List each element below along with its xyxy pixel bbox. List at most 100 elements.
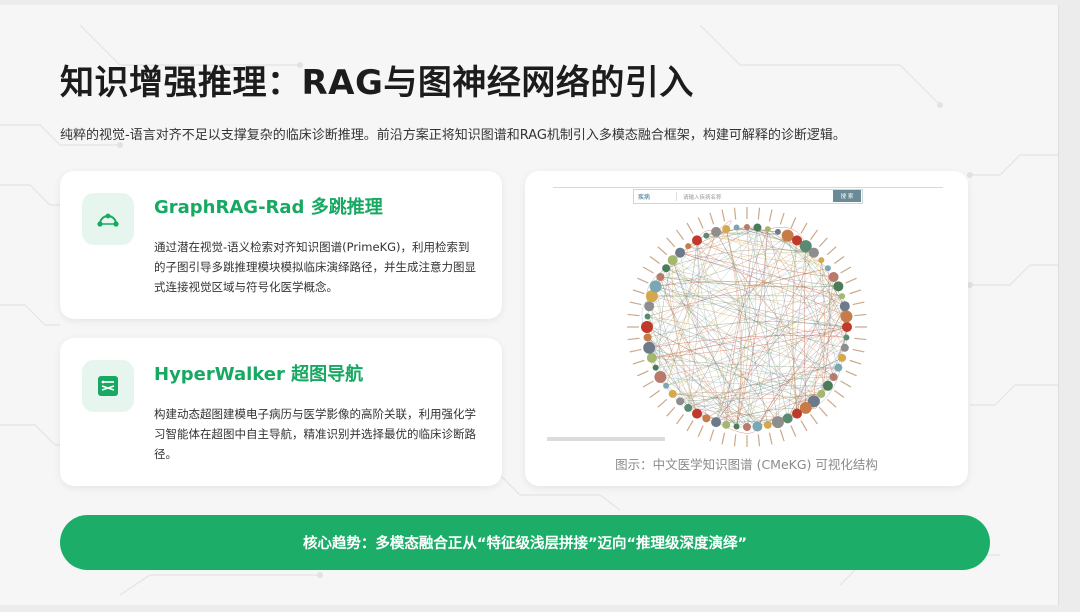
- kg-node: [643, 341, 656, 354]
- kg-node: [685, 243, 692, 250]
- kg-node-label: [779, 429, 785, 442]
- kg-node: [722, 225, 731, 234]
- kg-node-label: [709, 429, 715, 442]
- kg-node-label: [733, 207, 737, 220]
- kg-node-label: [800, 420, 808, 432]
- kg-node: [722, 420, 731, 429]
- kg-node-label: [852, 348, 865, 353]
- kg-node-label: [809, 414, 819, 425]
- kg-node: [781, 229, 794, 242]
- kg-node: [703, 232, 710, 239]
- kg-node: [654, 371, 667, 383]
- kg-node: [644, 313, 651, 320]
- kg-node-label: [637, 370, 649, 377]
- card-body: 构建动态超图建模电子病历与医学影像的高阶关联，利用强化学习智能体在超图中自主导航…: [154, 407, 476, 461]
- kg-node-label: [834, 255, 845, 265]
- kg-node-label: [768, 432, 773, 445]
- kg-node-label: [627, 337, 640, 341]
- kg-node: [649, 280, 662, 293]
- kg-node: [839, 301, 850, 312]
- kg-node-label: [627, 313, 640, 317]
- figure-caption: 图示：中文医学知识图谱 (CMeKG) 可视化结构: [615, 457, 878, 472]
- kg-node-label: [709, 212, 715, 225]
- kg-node: [792, 408, 802, 419]
- kg-node: [675, 247, 686, 258]
- kg-node-label: [826, 398, 837, 408]
- kg-node-label: [779, 212, 785, 225]
- kg-node: [662, 264, 671, 273]
- kg-node: [702, 414, 711, 423]
- kg-node: [646, 352, 657, 363]
- kg-node: [711, 226, 722, 237]
- kg-node-label: [790, 425, 797, 437]
- kg-node-label: [849, 359, 862, 365]
- kg-node-label: [675, 229, 685, 240]
- kg-node-label: [666, 237, 676, 248]
- kg-node: [667, 255, 678, 266]
- kg-node-label: [800, 222, 808, 234]
- kg-node: [744, 224, 750, 230]
- kg-node: [771, 416, 784, 429]
- kg-node-label: [697, 425, 704, 437]
- card-body: 通过潜在视觉-语义检索对齐知识图谱(PrimeKG)，利用检索到的子图引导多跳推…: [154, 240, 476, 294]
- kg-node: [643, 333, 652, 342]
- kg-node: [684, 403, 693, 412]
- kg-node-label: [790, 217, 797, 229]
- hypergraph-navigation-icon: [82, 360, 134, 412]
- graph-network-icon: [82, 193, 134, 245]
- kg-node: [842, 322, 852, 332]
- kg-node: [711, 417, 722, 428]
- banner-text: 核心趋势：多模态融合正从“特征级浅层拼接”迈向“推理级深度演绎”: [302, 536, 748, 552]
- graphrag-card: GraphRAG-Rad 多跳推理 通过潜在视觉-语义检索对齐知识图谱(Prim…: [60, 171, 502, 319]
- card-title: GraphRAG-Rad 多跳推理: [154, 197, 383, 218]
- kg-node: [752, 421, 763, 432]
- kg-node-label: [675, 414, 685, 425]
- hyperwalker-card: HyperWalker 超图导航 构建动态超图建模电子病历与医学影像的高阶关联，…: [60, 338, 502, 486]
- kg-node: [834, 363, 843, 372]
- kg-scrollbar: [547, 437, 665, 441]
- kg-node-label: [686, 222, 694, 234]
- kg-node: [663, 382, 670, 389]
- kg-node-label: [840, 266, 852, 274]
- kg-node-label: [818, 237, 828, 248]
- kg-node-label: [686, 420, 694, 432]
- kg-node: [753, 223, 762, 232]
- kg-node-label: [632, 359, 645, 365]
- page-subtitle: 纯粹的视觉-语言对齐不足以支撑复杂的临床诊断推理。前沿方案正将知识图谱和RAG机…: [60, 128, 846, 143]
- kg-node-label: [840, 380, 852, 388]
- kg-node-label: [854, 313, 867, 317]
- kg-node: [668, 389, 677, 398]
- kg-node-label: [854, 337, 867, 341]
- kg-node: [808, 247, 819, 258]
- kg-node-label: [757, 434, 761, 447]
- kg-node-label: [666, 406, 676, 417]
- kg-node: [644, 301, 655, 312]
- kg-node-label: [632, 289, 645, 295]
- kg-node-label: [649, 255, 660, 265]
- slide: 知识增强推理：RAG与图神经网络的引入 纯粹的视觉-语言对齐不足以支撑复杂的临床…: [0, 5, 1059, 605]
- knowledge-graph-figure: 疾病 请输入疾病名称 搜 索 图示：中文医学知识图谱 (CMeKG) 可视化结构: [525, 171, 968, 486]
- kg-node-label: [852, 301, 865, 306]
- kg-node-label: [637, 277, 649, 284]
- kg-node-label: [642, 380, 654, 388]
- kg-node-label: [657, 398, 668, 408]
- kg-node-label: [849, 289, 862, 295]
- knowledge-graph-visual: [627, 207, 867, 447]
- kg-node: [818, 257, 825, 264]
- kg-node: [838, 353, 847, 362]
- kg-node: [656, 273, 665, 281]
- kg-node: [733, 224, 740, 231]
- kg-node: [817, 389, 826, 398]
- kg-node-label: [642, 266, 654, 274]
- key-trend-banner: 核心趋势：多模态融合正从“特征级浅层拼接”迈向“推理级深度演绎”: [60, 515, 990, 570]
- kg-node: [840, 343, 849, 352]
- kg-node-label: [826, 246, 837, 256]
- kg-node: [743, 423, 751, 431]
- kg-node: [733, 423, 740, 430]
- kg-node: [782, 413, 793, 424]
- kg-node-label: [818, 406, 828, 417]
- page-title: 知识增强推理：RAG与图神经网络的引入: [60, 63, 694, 103]
- kg-node-label: [721, 432, 726, 445]
- kg-node: [692, 235, 702, 246]
- kg-node: [833, 281, 844, 292]
